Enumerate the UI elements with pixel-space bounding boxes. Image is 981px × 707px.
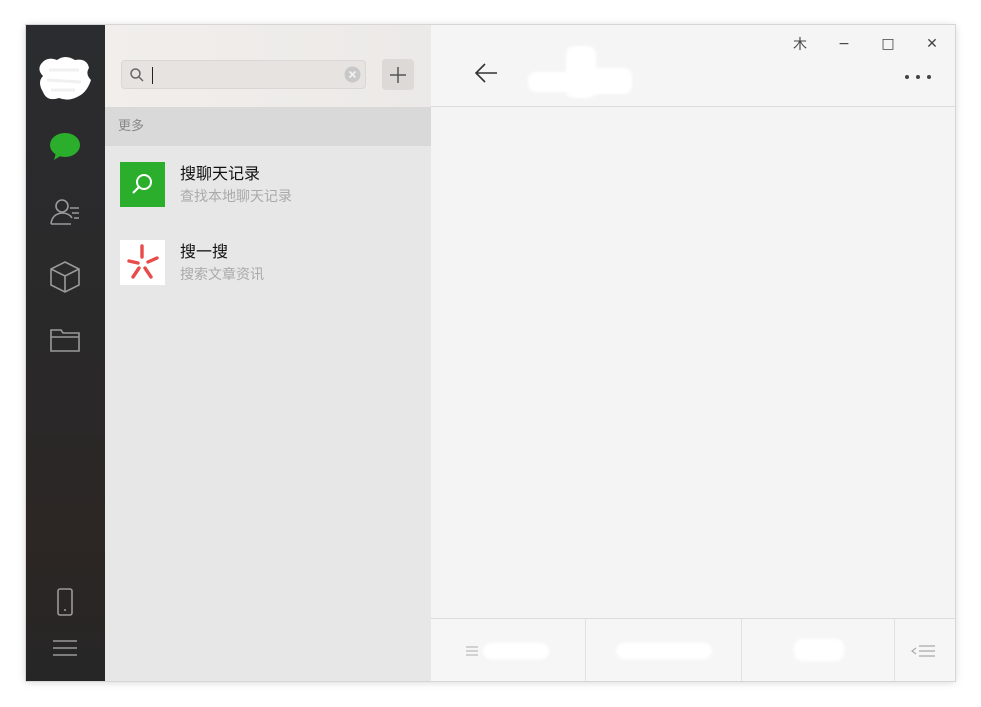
text-caret: [152, 67, 153, 84]
menu-icon[interactable]: [48, 631, 82, 665]
folder-icon[interactable]: [48, 323, 82, 357]
keyboard-toggle[interactable]: [895, 619, 955, 681]
chat-record-search-icon: [120, 162, 165, 207]
section-header-more: 更多: [105, 107, 431, 146]
chat-header: ⽊ − □ ✕: [431, 25, 955, 107]
result-title: 搜聊天记录: [180, 164, 261, 183]
add-button[interactable]: [382, 59, 414, 90]
menu-item-2[interactable]: [586, 619, 742, 681]
arrow-left-icon: [474, 63, 497, 83]
minimize-button[interactable]: −: [830, 33, 858, 55]
more-options-icon[interactable]: [903, 69, 937, 83]
official-account-menu: [431, 618, 955, 681]
result-title: 搜一搜: [180, 242, 229, 261]
chat-panel: ⽊ − □ ✕: [431, 25, 955, 681]
wechat-window: 更多 搜聊天记录 查找本地聊天记录 搜一搜 搜索文章资讯 ⽊ − □ ✕: [26, 25, 955, 681]
back-button[interactable]: [473, 61, 503, 87]
mini-programs-icon[interactable]: [48, 260, 82, 294]
search-input[interactable]: [150, 64, 330, 85]
chat-title-redacted: [506, 42, 636, 102]
search-icon: [130, 68, 144, 82]
result-item-sousou[interactable]: 搜一搜 搜索文章资讯: [105, 224, 431, 302]
menu-item-3[interactable]: [742, 619, 895, 681]
result-subtitle: 查找本地聊天记录: [180, 189, 292, 205]
contacts-icon[interactable]: [48, 195, 82, 229]
menu-item-1[interactable]: [431, 619, 586, 681]
pin-button[interactable]: ⽊: [786, 33, 814, 55]
result-item-search-chat-history[interactable]: 搜聊天记录 查找本地聊天记录: [105, 146, 431, 224]
search-box[interactable]: [121, 60, 366, 89]
close-button[interactable]: ✕: [918, 33, 946, 55]
switch-input-icon: [911, 645, 935, 657]
submenu-icon: [466, 646, 478, 656]
phone-icon[interactable]: [48, 585, 82, 619]
plus-icon: [390, 66, 406, 83]
result-subtitle: 搜索文章资讯: [180, 267, 264, 283]
search-panel: 更多 搜聊天记录 查找本地聊天记录 搜一搜 搜索文章资讯: [105, 25, 431, 681]
maximize-button[interactable]: □: [874, 33, 902, 55]
clear-search-icon[interactable]: [344, 66, 361, 83]
chats-icon[interactable]: [48, 130, 82, 164]
sousou-logo-icon: [120, 240, 165, 285]
sidebar: [26, 25, 105, 681]
search-bar: [105, 25, 431, 107]
avatar[interactable]: [35, 52, 93, 104]
